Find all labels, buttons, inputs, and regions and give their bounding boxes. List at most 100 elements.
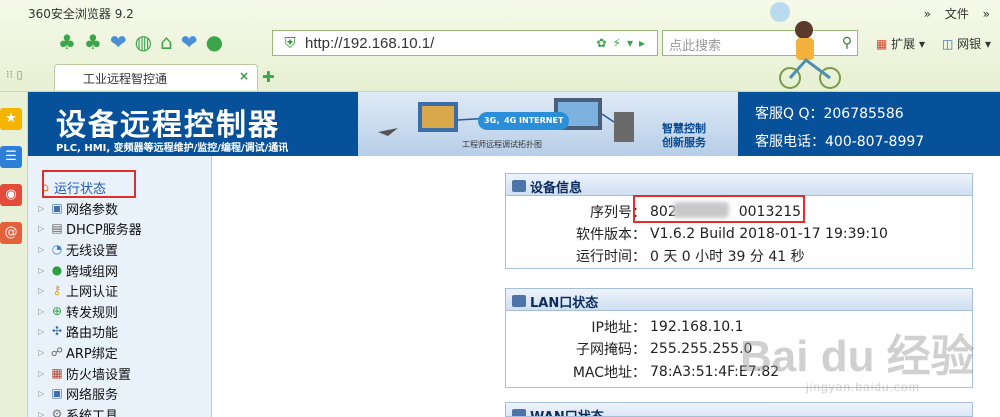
contact-qq: 客服Q Q：206785586 xyxy=(755,106,904,122)
extensions-button[interactable]: ▦ 扩展 ▾ xyxy=(876,35,925,52)
firewall-icon: ▦ xyxy=(51,366,63,380)
list-icon[interactable]: ☰ xyxy=(0,146,22,168)
page-header: 设备远程控制器 PLC, HMI, 变频器等远程维护/监控/编程/调试/通讯 3… xyxy=(28,92,1000,156)
uptime-row: 运行时间： 0 天 0 小时 39 分 41 秒 xyxy=(506,244,805,268)
sidebar-item-forward[interactable]: ▷ ⊕ 转发规则 xyxy=(38,301,118,321)
highlight-box xyxy=(42,170,136,198)
service-icon: ▣ xyxy=(51,386,63,400)
expand-icon[interactable]: ▷ xyxy=(38,389,46,398)
firmware-label: 软件版本： xyxy=(576,227,646,243)
forward-icon: ⊕ xyxy=(51,304,63,318)
monitor-icon xyxy=(512,180,526,192)
watermark: Bai du 经验 jingyan.baidu.com xyxy=(740,332,975,394)
expand-icon[interactable]: ▷ xyxy=(38,348,46,357)
mask-label: 子网掩码： xyxy=(576,342,646,358)
at-icon[interactable]: @ xyxy=(0,222,22,244)
ip-label: IP地址： xyxy=(591,320,646,336)
firmware-row: 软件版本： V1.6.2 Build 2018-01-17 19:39:10 xyxy=(506,222,888,246)
bank-icon: ◫ xyxy=(942,37,954,51)
ip-row: IP地址： 192.168.10.1 xyxy=(506,315,744,339)
panel-title: WAN口状态 xyxy=(530,409,604,417)
close-icon[interactable]: × xyxy=(239,69,249,83)
panel-title: LAN口状态 xyxy=(530,295,599,311)
weibo-icon[interactable]: ◉ xyxy=(0,184,22,206)
sidebar-item-routing[interactable]: ▷ ✣ 路由功能 xyxy=(38,321,118,341)
tab-title: 工业远程智控通 xyxy=(83,72,168,86)
route-icon: ✣ xyxy=(51,324,63,338)
network-icon xyxy=(512,409,526,416)
apple-icon[interactable]: ● xyxy=(206,30,223,54)
wifi-icon: ◔ xyxy=(51,242,63,256)
panel-header: 设备信息 xyxy=(506,174,972,196)
server-icon: ▤ xyxy=(51,221,63,235)
sidebar-item-dhcp[interactable]: ▷ ▤ DHCP服务器 xyxy=(38,218,142,238)
mac-row: MAC地址： 78:A3:51:4F:E7:82 xyxy=(506,360,779,384)
internet-badge: 3G，4G INTERNET xyxy=(478,112,570,130)
expand-icon[interactable]: ▷ xyxy=(38,369,46,378)
address-tools-icon[interactable]: ✿⚡▾▸ xyxy=(596,36,657,50)
uptime-label: 运行时间： xyxy=(576,249,646,265)
topology-banner: 3G，4G INTERNET 工程师远程调试拓扑图 智慧控制 创新服务 xyxy=(358,92,738,156)
brand-subtitle: PLC, HMI, 变频器等远程维护/监控/编程/调试/通讯 xyxy=(56,143,289,154)
menu-file[interactable]: 文件 xyxy=(945,7,969,21)
expand-icon[interactable]: ▷ xyxy=(38,286,46,295)
mac-label: MAC地址： xyxy=(572,365,646,381)
clover-icon[interactable]: ♣ xyxy=(84,30,102,54)
brand-title: 设备远程控制器 xyxy=(56,108,280,143)
toolbar-icons: ♣ ♣ ❤ ◍ ⌂ ❤ ● xyxy=(58,28,223,56)
network-icon xyxy=(512,295,526,307)
expand-icon[interactable]: ▷ xyxy=(38,266,46,275)
key-icon: ⚷ xyxy=(52,283,62,297)
banner-caption: 工程师远程调试拓扑图 xyxy=(462,140,542,149)
banner-slogan: 智慧控制 创新服务 xyxy=(662,122,706,149)
expand-icon[interactable]: ▷ xyxy=(38,327,46,336)
serial-label: 序列号： xyxy=(590,205,646,221)
ip-value: 192.168.10.1 xyxy=(650,319,744,335)
contact-info: 客服Q Q：206785586 客服电话：400-807-8997 xyxy=(755,100,924,156)
heart-icon[interactable]: ❤ xyxy=(110,30,127,54)
sidebar-item-tools[interactable]: ▷ ⚙ 系统工具 xyxy=(38,404,118,417)
tablist-icon[interactable]: ⁝⁝ ▯ xyxy=(6,68,23,81)
highlight-box xyxy=(633,195,805,223)
heart-icon[interactable]: ❤ xyxy=(181,30,198,54)
shield-icon: ⛨ xyxy=(284,34,296,52)
arp-icon: ☍ xyxy=(50,345,64,359)
tab-bar: ⁝⁝ ▯ 工业远程智控通 × ✚ xyxy=(0,62,1000,90)
firmware-value: V1.6.2 Build 2018-01-17 19:39:10 xyxy=(650,226,888,242)
address-url[interactable]: http://192.168.10.1/ xyxy=(305,35,596,52)
browser-title: 360安全浏览器 9.2 xyxy=(28,7,134,21)
monitor-icon: ▣ xyxy=(51,201,63,215)
window-menu: » 文件 » xyxy=(914,5,990,22)
new-tab-icon[interactable]: ✚ xyxy=(262,68,275,86)
browser-chrome: 360安全浏览器 9.2 » 文件 » ♣ ♣ ❤ ◍ ⌂ ❤ ● ⛨ http… xyxy=(0,0,1000,92)
globe-icon[interactable]: ◍ xyxy=(135,30,152,54)
mask-value: 255.255.255.0 xyxy=(650,341,753,357)
menu-more-right[interactable]: » xyxy=(983,7,990,21)
expand-icon[interactable]: ▷ xyxy=(38,224,46,233)
address-bar[interactable]: ⛨ http://192.168.10.1/ ✿⚡▾▸ xyxy=(272,30,658,56)
sidebar-item-firewall[interactable]: ▷ ▦ 防火墙设置 xyxy=(38,363,131,383)
bank-button[interactable]: ◫ 网银 ▾ xyxy=(942,35,991,52)
expand-icon[interactable]: ▷ xyxy=(38,410,46,417)
star-icon[interactable]: ★ xyxy=(0,108,22,130)
sidebar-item-network[interactable]: ▷ ▣ 网络参数 xyxy=(38,198,118,218)
sidebar-item-cross-domain[interactable]: ▷ ● 跨域组网 xyxy=(38,260,118,280)
contact-phone: 客服电话：400-807-8997 xyxy=(755,134,925,150)
panel-header: LAN口状态 xyxy=(506,289,972,311)
panel-title: 设备信息 xyxy=(530,180,583,196)
globe-icon: ● xyxy=(51,263,63,277)
grid-icon: ▦ xyxy=(876,37,888,51)
tools-icon: ⚙ xyxy=(51,407,63,417)
expand-icon[interactable]: ▷ xyxy=(38,204,46,213)
sidebar-item-arp[interactable]: ▷ ☍ ARP绑定 xyxy=(38,342,118,362)
menu-more-left[interactable]: » xyxy=(924,7,931,21)
side-dock: ★ ☰ ◉ @ xyxy=(0,92,28,417)
expand-icon[interactable]: ▷ xyxy=(38,307,46,316)
clover-icon[interactable]: ♣ xyxy=(58,30,76,54)
sidebar-item-services[interactable]: ▷ ▣ 网络服务 xyxy=(38,383,118,403)
tab-active[interactable]: 工业远程智控通 × xyxy=(54,64,258,90)
sidebar-item-auth[interactable]: ▷ ⚷ 上网认证 xyxy=(38,280,118,300)
expand-icon[interactable]: ▷ xyxy=(38,245,46,254)
home-icon[interactable]: ⌂ xyxy=(160,30,173,54)
sidebar-item-wireless[interactable]: ▷ ◔ 无线设置 xyxy=(38,239,118,259)
